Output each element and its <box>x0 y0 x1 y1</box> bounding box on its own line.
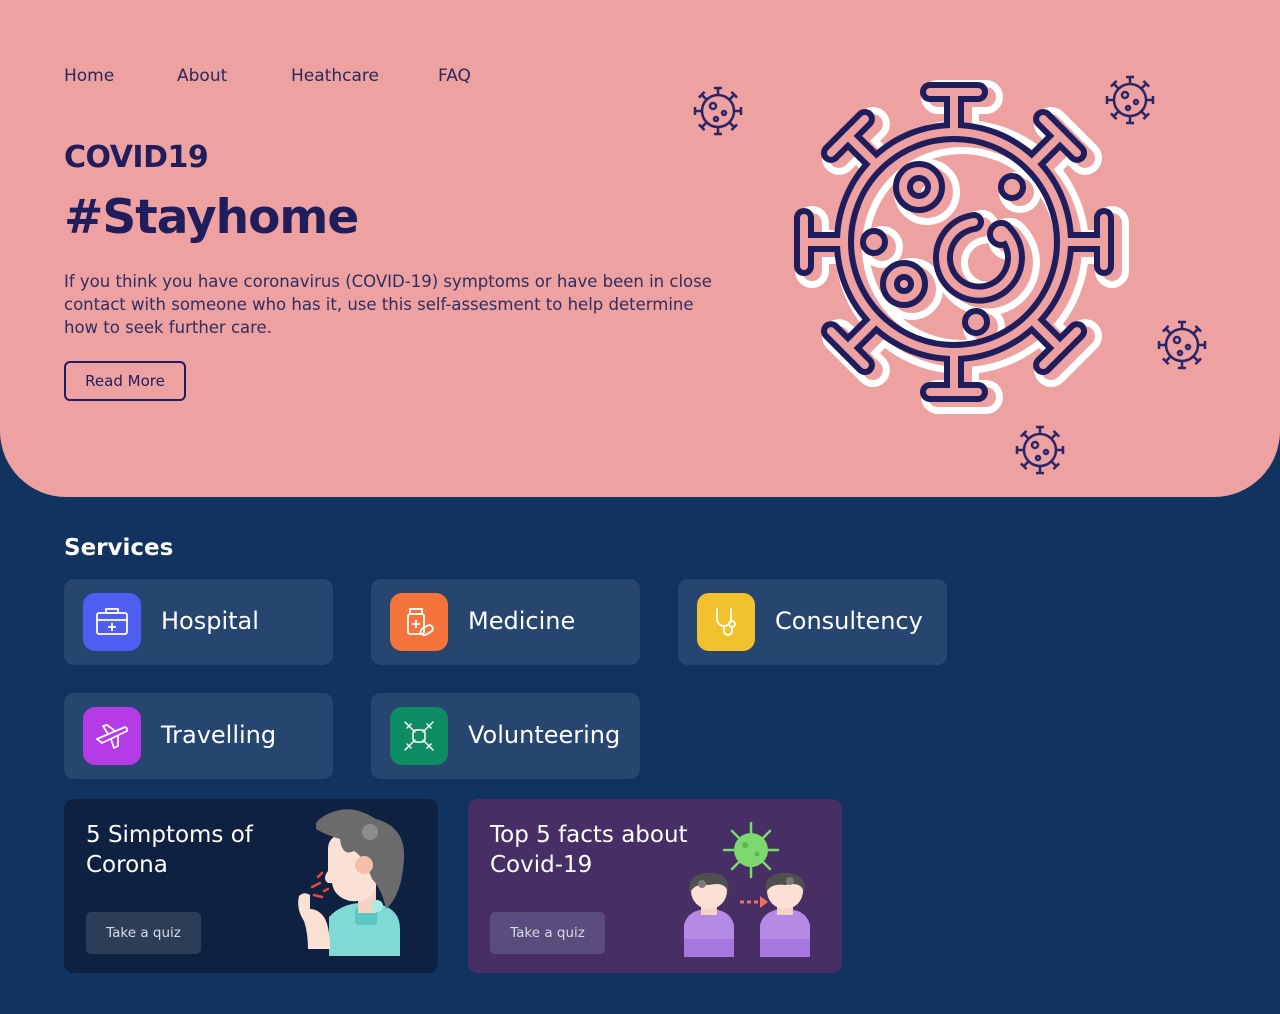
coughing-person-illustration <box>298 809 405 956</box>
services-title: Services <box>64 535 174 561</box>
hero-section: Home About Heathcare FAQ COVID19 #Stayho… <box>0 0 1280 497</box>
service-label: Medicine <box>468 607 576 635</box>
first-aid-kit-icon <box>83 593 141 651</box>
card-facts: Top 5 facts about Covid-19 Take a quiz <box>468 799 842 973</box>
volunteer-hands-icon <box>390 707 448 765</box>
stethoscope-icon <box>697 593 755 651</box>
service-label: Consultency <box>775 607 923 635</box>
hero-headline: #Stayhome <box>64 190 359 245</box>
small-virus-icon <box>693 86 743 136</box>
service-label: Volunteering <box>468 721 621 749</box>
read-more-button[interactable]: Read More <box>64 361 186 401</box>
small-virus-icon <box>1157 320 1207 370</box>
hero-description: If you think you have coronavirus (COVID… <box>64 272 712 337</box>
service-card-medicine[interactable]: Medicine <box>371 579 640 665</box>
airplane-icon <box>83 707 141 765</box>
service-card-volunteering[interactable]: Volunteering <box>371 693 640 779</box>
small-virus-icon <box>1015 425 1065 475</box>
service-card-hospital[interactable]: Hospital <box>64 579 333 665</box>
hero-kicker: COVID19 <box>64 140 209 175</box>
nav-link-home[interactable]: Home <box>64 66 114 86</box>
service-label: Travelling <box>161 721 277 749</box>
service-label: Hospital <box>161 607 259 635</box>
nav-link-faq[interactable]: FAQ <box>438 66 471 86</box>
service-card-consultency[interactable]: Consultency <box>678 579 947 665</box>
nav-link-healthcare[interactable]: Heathcare <box>291 66 379 86</box>
medicine-bottle-icon <box>390 593 448 651</box>
large-virus-icon <box>804 92 1112 397</box>
nav-link-about[interactable]: About <box>177 66 227 86</box>
virus-transmission-illustration <box>684 821 810 957</box>
card-symptoms: 5 Simptoms of Corona Take a quiz <box>64 799 438 973</box>
small-virus-icon <box>1105 75 1155 125</box>
service-card-travelling[interactable]: Travelling <box>64 693 333 779</box>
